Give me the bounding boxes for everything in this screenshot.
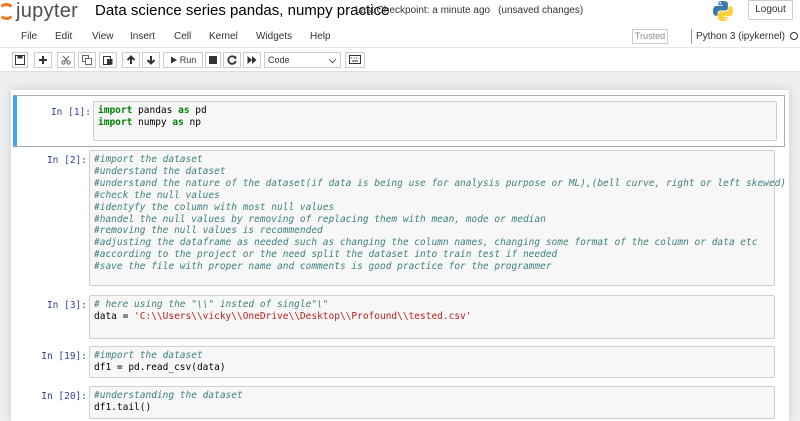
menu-help[interactable]: Help bbox=[310, 31, 331, 42]
cut-button[interactable] bbox=[57, 52, 75, 68]
kernel-name: Python 3 (ipykernel) bbox=[696, 31, 785, 42]
cell-prompt: In [20]: bbox=[41, 391, 87, 402]
menu-kernel[interactable]: Kernel bbox=[209, 31, 238, 42]
stop-icon bbox=[209, 56, 217, 64]
logout-button[interactable]: Logout bbox=[748, 0, 793, 20]
code-line: df1.tail() bbox=[94, 401, 152, 413]
jupyter-logo[interactable]: jupyter bbox=[0, 0, 84, 22]
code-line: #adjusting the dataframe as needed such … bbox=[94, 237, 758, 249]
trusted-indicator[interactable]: Trusted bbox=[632, 29, 668, 44]
run-label: Run bbox=[179, 55, 197, 65]
command-palette-button[interactable] bbox=[345, 52, 365, 68]
code-token: as bbox=[178, 105, 190, 116]
code-line: #removing the null values is recommended bbox=[94, 225, 323, 237]
copy-icon bbox=[82, 55, 92, 65]
code-cell-1[interactable]: In [1]: import pandas as pd import numpy… bbox=[13, 95, 785, 147]
menu-view[interactable]: View bbox=[92, 31, 114, 42]
arrow-down-icon bbox=[146, 56, 156, 65]
cell-prompt: In [3]: bbox=[46, 300, 87, 311]
cell-prompt: In [2]: bbox=[46, 155, 87, 166]
copy-button[interactable] bbox=[78, 52, 96, 68]
restart-icon bbox=[227, 55, 237, 65]
menu-cell[interactable]: Cell bbox=[174, 31, 191, 42]
code-line: import numpy as np bbox=[98, 117, 772, 129]
code-line: data = 'C:\\Users\\vicky\\OneDrive\\Desk… bbox=[94, 311, 770, 323]
plus-icon bbox=[39, 56, 47, 64]
code-token: np bbox=[183, 116, 201, 128]
code-line: #according to the project or the need sp… bbox=[94, 249, 558, 261]
header: jupyter Data science series pandas, nump… bbox=[0, 0, 800, 24]
save-button[interactable] bbox=[12, 52, 28, 68]
code-token: pd bbox=[189, 105, 207, 116]
code-line: import pandas as pd bbox=[98, 105, 772, 117]
kernel-idle-icon bbox=[789, 32, 798, 40]
code-cell-5[interactable]: In [20]: #understanding the dataset df1.… bbox=[13, 384, 785, 421]
code-token: numpy bbox=[132, 116, 173, 128]
restart-run-all-button[interactable] bbox=[243, 52, 261, 68]
save-icon bbox=[15, 55, 25, 65]
keyboard-icon bbox=[349, 55, 361, 64]
toolbar: Run Code bbox=[0, 48, 800, 72]
code-cell-3[interactable]: In [3]: # here using the "\\" insted of … bbox=[13, 293, 785, 341]
code-token: import bbox=[98, 116, 133, 128]
cell-prompt: In [1]: bbox=[50, 107, 91, 118]
code-input[interactable]: # here using the "\\" insted of single"\… bbox=[89, 295, 775, 339]
code-line: #identyfy the column with most null valu… bbox=[94, 201, 335, 213]
restart-button[interactable] bbox=[223, 52, 241, 68]
kernel-status[interactable]: Python 3 (ipykernel) bbox=[691, 29, 798, 44]
interrupt-button[interactable] bbox=[205, 52, 221, 68]
code-input[interactable]: #understanding the dataset df1.tail() bbox=[89, 386, 775, 419]
code-token: 'C:\\Users\\vicky\\OneDrive\\Desktop\\Pr… bbox=[134, 310, 472, 322]
code-line: df1 = pd.read_csv(data) bbox=[94, 361, 226, 373]
notebook-container: In [1]: import pandas as pd import numpy… bbox=[11, 90, 789, 421]
notebook-title[interactable]: Data science series pandas, numpy practi… bbox=[95, 2, 389, 19]
move-down-button[interactable] bbox=[142, 52, 160, 68]
python-logo-icon bbox=[713, 1, 733, 21]
code-line: #understanding the dataset bbox=[94, 390, 243, 401]
cell-type-value: Code bbox=[268, 55, 290, 65]
code-line: #understand the nature of the dataset(if… bbox=[94, 177, 787, 189]
code-token: import bbox=[98, 105, 133, 116]
checkpoint-status: Last Checkpoint: a minute ago (unsaved ch… bbox=[355, 5, 583, 16]
chevron-down-icon bbox=[328, 55, 337, 64]
code-line: #import the dataset bbox=[94, 350, 203, 361]
menu-insert[interactable]: Insert bbox=[130, 31, 155, 42]
code-line: # here using the "\\" insted of single"\… bbox=[94, 299, 329, 310]
code-input[interactable]: import pandas as pd import numpy as np bbox=[93, 101, 777, 141]
code-line: #understand the dataset bbox=[94, 165, 226, 177]
code-token: data = bbox=[94, 310, 135, 322]
jupyter-ring-icon bbox=[0, 3, 15, 20]
cut-icon bbox=[61, 55, 71, 65]
code-token: as bbox=[172, 116, 184, 128]
code-input[interactable]: #import the dataset #understand the data… bbox=[89, 150, 787, 286]
paste-icon bbox=[103, 56, 113, 65]
code-token: pandas bbox=[132, 105, 179, 116]
cell-prompt: In [19]: bbox=[41, 351, 87, 362]
cell-type-select[interactable]: Code bbox=[264, 52, 341, 68]
menu-file[interactable]: File bbox=[21, 31, 37, 42]
menubar: File Edit View Insert Cell Kernel Widget… bbox=[0, 24, 800, 48]
code-input[interactable]: #import the dataset df1 = pd.read_csv(da… bbox=[89, 346, 775, 378]
move-up-button[interactable] bbox=[122, 52, 140, 68]
fast-forward-icon bbox=[247, 56, 257, 64]
play-icon bbox=[170, 56, 177, 64]
code-line: #import the dataset bbox=[94, 154, 203, 165]
arrow-up-icon bbox=[126, 55, 136, 64]
menu-widgets[interactable]: Widgets bbox=[256, 31, 292, 42]
code-line: #save the file with proper name and comm… bbox=[94, 261, 552, 273]
checkpoint-text: Last Checkpoint: a minute ago bbox=[355, 5, 491, 16]
run-button[interactable]: Run bbox=[163, 52, 203, 68]
logo-text: jupyter bbox=[16, 0, 79, 22]
code-cell-4[interactable]: In [19]: #import the dataset df1 = pd.re… bbox=[13, 344, 785, 380]
code-line: #handel the null values by removing of r… bbox=[94, 213, 546, 225]
insert-cell-button[interactable] bbox=[34, 52, 52, 68]
code-line: #check the null values bbox=[94, 189, 220, 201]
code-cell-2[interactable]: In [2]: #import the dataset #understand … bbox=[13, 148, 787, 288]
menu-edit[interactable]: Edit bbox=[55, 31, 72, 42]
save-status: (unsaved changes) bbox=[498, 5, 584, 16]
paste-button[interactable] bbox=[99, 52, 117, 68]
